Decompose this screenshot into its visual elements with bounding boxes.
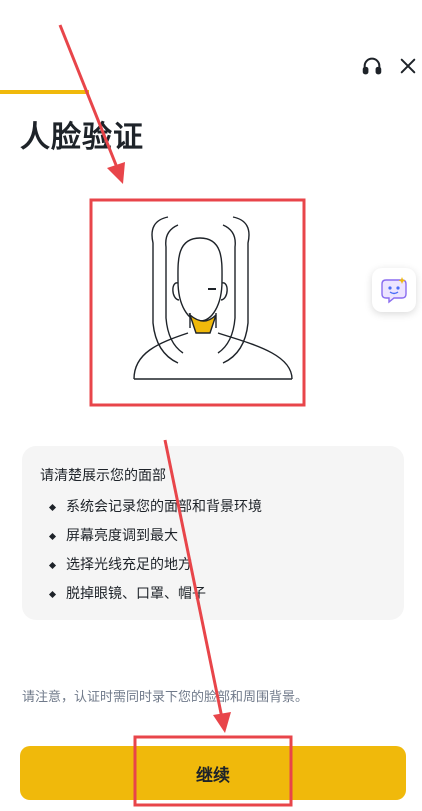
recording-note: 请注意，认证时需同时录下您的脸部和周围背景。 [22,690,309,705]
tips-card: 请清楚展示您的面部 系统会记录您的面部和背景环境 屏幕亮度调到最大 选择光线充足… [22,446,404,620]
continue-button[interactable]: 继续 [20,746,406,800]
tip-item: 脱掉眼镜、口罩、帽子 [48,580,262,609]
arrowhead-button [213,712,231,733]
page-title: 人脸验证 [20,120,144,155]
progress-bar [0,90,89,94]
close-icon[interactable] [394,52,422,80]
tip-item: 系统会记录您的面部和背景环境 [48,493,262,522]
tips-list: 系统会记录您的面部和背景环境 屏幕亮度调到最大 选择光线充足的地方 脱掉眼镜、口… [48,493,262,609]
arrowhead-illustration [107,162,125,184]
tips-title: 请清楚展示您的面部 [40,468,166,484]
tip-item: 选择光线充足的地方 [48,551,262,580]
tip-item: 屏幕亮度调到最大 [48,522,262,551]
ai-assistant-icon[interactable] [372,268,416,312]
top-bar [0,0,422,90]
face-outline-illustration [98,203,303,403]
headset-icon[interactable] [358,52,386,80]
